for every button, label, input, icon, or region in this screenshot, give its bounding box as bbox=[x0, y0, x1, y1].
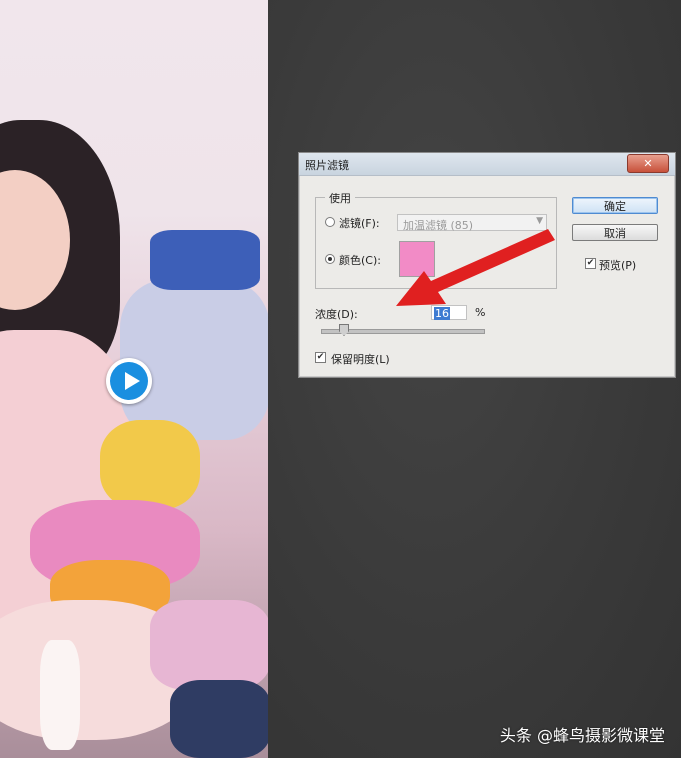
watermark-text: 头条 @蜂鸟摄影微课堂 bbox=[499, 726, 665, 745]
red-arrow-icon bbox=[396, 229, 555, 306]
annotation-arrow-layer bbox=[396, 229, 555, 306]
